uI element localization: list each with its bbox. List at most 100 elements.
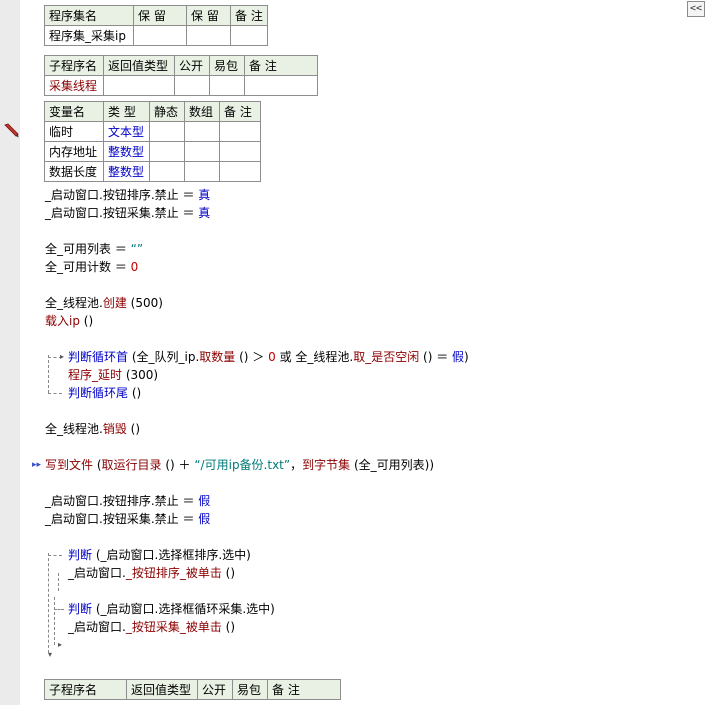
code-line[interactable]: 载入ip () bbox=[45, 313, 93, 329]
loop-guide-line bbox=[48, 393, 62, 394]
code-line[interactable]: 全_线程池.销毁 () bbox=[45, 421, 140, 437]
if-guide-line bbox=[54, 597, 55, 645]
code-text: ( bbox=[93, 458, 102, 472]
table-cell[interactable] bbox=[230, 25, 268, 46]
variable-table: 变量名 类 型 静态 数组 备 注 临时 文本型 内存地址 整数型 数据长度 整… bbox=[44, 101, 261, 182]
collapse-icon[interactable]: << bbox=[687, 1, 705, 17]
method-name: 创建 bbox=[102, 296, 127, 310]
code-line[interactable]: _启动窗口._按钮采集_被单击 () bbox=[68, 619, 235, 635]
code-text: () ＋ bbox=[161, 458, 195, 472]
table-cell[interactable] bbox=[219, 141, 261, 162]
code-text: _启动窗口.按钮采集.禁止 ＝ bbox=[45, 206, 199, 220]
variable-type-cell[interactable]: 整数型 bbox=[103, 161, 150, 182]
bool-literal: 假 bbox=[452, 350, 465, 364]
col-header: 易包 bbox=[232, 679, 268, 700]
code-line[interactable]: _启动窗口.按钮采集.禁止 ＝ 真 bbox=[45, 205, 210, 221]
code-text: ) bbox=[464, 350, 469, 364]
number-literal: 0 bbox=[268, 350, 276, 364]
method-name: 取数量 bbox=[199, 350, 236, 364]
subroutine-name-cell[interactable]: 采集线程 bbox=[44, 75, 104, 96]
keyword: 判断循环尾 bbox=[68, 386, 129, 400]
table-cell[interactable] bbox=[184, 121, 220, 142]
code-text: () ＞ bbox=[235, 350, 269, 364]
code-text: () bbox=[126, 422, 141, 436]
col-header: 公开 bbox=[197, 679, 233, 700]
pencil-icon[interactable] bbox=[3, 122, 19, 138]
double-arrow-icon: ▸▸ bbox=[32, 460, 42, 470]
variable-name-cell[interactable]: 数据长度 bbox=[44, 161, 104, 182]
bool-literal: 假 bbox=[198, 494, 211, 508]
code-line[interactable]: 程序_延时 (300) bbox=[68, 367, 158, 383]
code-text: (全_可用列表)) bbox=[350, 458, 435, 472]
col-header: 备 注 bbox=[244, 55, 318, 76]
table-cell[interactable] bbox=[149, 161, 185, 182]
function-name: 程序_延时 bbox=[68, 368, 123, 382]
table-cell[interactable] bbox=[103, 75, 175, 96]
bool-literal: 真 bbox=[198, 206, 211, 220]
table-cell[interactable] bbox=[244, 75, 318, 96]
if-guide-line bbox=[54, 609, 64, 610]
method-name: 取_是否空闲 bbox=[353, 350, 420, 364]
string-literal: “” bbox=[130, 242, 144, 256]
function-name: 载入ip bbox=[45, 314, 80, 328]
code-text: (_启动窗口.选择框排序.选中) bbox=[92, 548, 251, 562]
code-line[interactable]: 判断循环首 (全_队列_ip.取数量 () ＞ 0 或 全_线程池.取_是否空闲… bbox=[68, 349, 469, 365]
code-text: 全_可用列表 ＝ bbox=[45, 242, 131, 256]
code-line[interactable]: _启动窗口._按钮排序_被单击 () bbox=[68, 565, 235, 581]
col-header: 公开 bbox=[174, 55, 210, 76]
variable-type-cell[interactable]: 整数型 bbox=[103, 141, 150, 162]
keyword: 判断 bbox=[68, 548, 93, 562]
col-header: 返回值类型 bbox=[103, 55, 175, 76]
code-text: _启动窗口.按钮排序.禁止 ＝ bbox=[45, 188, 199, 202]
code-text: 全_线程池. bbox=[45, 296, 103, 310]
code-text: (_启动窗口.选择框循环采集.选中) bbox=[92, 602, 275, 616]
code-line[interactable]: 全_可用列表 ＝ “” bbox=[45, 241, 143, 257]
arrow-down-icon: ▾ bbox=[48, 650, 53, 659]
table-cell[interactable] bbox=[149, 121, 185, 142]
col-header: 程序集名 bbox=[44, 5, 134, 26]
code-line[interactable]: 判断 (_启动窗口.选择框循环采集.选中) bbox=[68, 601, 275, 617]
col-header: 类 型 bbox=[103, 101, 150, 122]
string-literal: “/可用ip备份.txt” bbox=[194, 458, 291, 472]
code-line[interactable]: 判断 (_启动窗口.选择框排序.选中) bbox=[68, 547, 251, 563]
code-line[interactable]: 全_线程池.创建 (500) bbox=[45, 295, 163, 311]
bool-literal: 真 bbox=[198, 188, 211, 202]
variable-name-cell[interactable]: 内存地址 bbox=[44, 141, 104, 162]
if-guide-line bbox=[58, 573, 59, 591]
code-line[interactable]: 判断循环尾 () bbox=[68, 385, 141, 401]
assembly-table: 程序集名 保 留 保 留 备 注 程序集_采集ip bbox=[44, 5, 268, 46]
function-name: 到字节集 bbox=[302, 458, 351, 472]
variable-name-cell[interactable]: 临时 bbox=[44, 121, 104, 142]
code-line[interactable]: 全_可用计数 ＝ 0 bbox=[45, 259, 138, 275]
table-cell[interactable] bbox=[133, 25, 187, 46]
col-header: 静态 bbox=[149, 101, 185, 122]
col-header: 数组 bbox=[184, 101, 220, 122]
loop-guide-line bbox=[48, 355, 49, 393]
code-text: 全_可用计数 ＝ bbox=[45, 260, 131, 274]
code-line[interactable]: _启动窗口.按钮排序.禁止 ＝ 假 bbox=[45, 493, 210, 509]
table-cell[interactable] bbox=[186, 25, 231, 46]
arrow-right-icon: ▸ bbox=[58, 640, 63, 649]
code-line[interactable]: _启动窗口.按钮采集.禁止 ＝ 假 bbox=[45, 511, 210, 527]
bool-literal: 假 bbox=[198, 512, 211, 526]
col-header: 子程序名 bbox=[44, 55, 104, 76]
code-line[interactable]: _启动窗口.按钮排序.禁止 ＝ 真 bbox=[45, 187, 210, 203]
function-name: _按钮排序_被单击 bbox=[125, 566, 222, 580]
table-cell[interactable] bbox=[184, 161, 220, 182]
table-cell[interactable] bbox=[184, 141, 220, 162]
table-cell[interactable] bbox=[149, 141, 185, 162]
table-cell[interactable] bbox=[219, 121, 261, 142]
assembly-name-cell[interactable]: 程序集_采集ip bbox=[44, 25, 134, 46]
code-text: (300) bbox=[122, 368, 159, 382]
variable-type-cell[interactable]: 文本型 bbox=[103, 121, 150, 142]
function-name: 取运行目录 bbox=[101, 458, 162, 472]
code-line[interactable]: 写到文件 (取运行目录 () ＋ “/可用ip备份.txt”，到字节集 (全_可… bbox=[45, 457, 434, 473]
method-name: 销毁 bbox=[102, 422, 127, 436]
keyword: 判断 bbox=[68, 602, 93, 616]
function-name: _按钮采集_被单击 bbox=[125, 620, 222, 634]
table-cell[interactable] bbox=[219, 161, 261, 182]
subroutine-table: 子程序名 返回值类型 公开 易包 备 注 采集线程 bbox=[44, 55, 318, 96]
table-cell[interactable] bbox=[174, 75, 210, 96]
table-cell[interactable] bbox=[209, 75, 245, 96]
line-gutter[interactable] bbox=[0, 0, 20, 705]
